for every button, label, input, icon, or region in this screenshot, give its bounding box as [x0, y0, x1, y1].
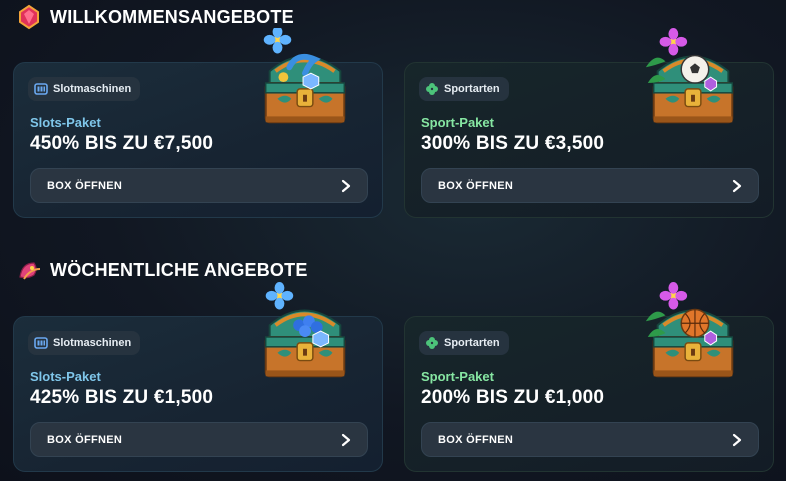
open-box-button[interactable]: BOX ÖFFNEN [30, 168, 368, 203]
package-name: Sport-Paket [421, 115, 494, 130]
clover-icon [425, 336, 439, 350]
package-name: Slots-Paket [30, 115, 101, 130]
open-box-button[interactable]: BOX ÖFFNEN [421, 168, 759, 203]
section-title-text: WÖCHENTLICHE ANGEBOTE [50, 259, 308, 280]
treasure-chest-image [638, 282, 748, 392]
offer-amount: 450% BIS ZU €7,500 [30, 133, 214, 154]
section-title-welcome: WILLKOMMENSANGEBOTE [16, 4, 294, 30]
open-box-button[interactable]: BOX ÖFFNEN [30, 422, 368, 457]
gem-icon [16, 4, 42, 30]
open-box-label: BOX ÖFFNEN [47, 433, 123, 446]
section-title-text: WILLKOMMENSANGEBOTE [50, 6, 294, 27]
category-label: Sportarten [444, 83, 500, 95]
category-pill: Sportarten [419, 77, 509, 101]
open-box-label: BOX ÖFFNEN [438, 179, 514, 192]
treasure-chest-image [250, 282, 360, 392]
category-pill: Slotmaschinen [28, 331, 141, 355]
open-box-label: BOX ÖFFNEN [47, 179, 123, 192]
category-pill: Sportarten [419, 331, 509, 355]
chevron-right-icon [730, 433, 744, 447]
category-label: Slotmaschinen [53, 337, 132, 349]
category-label: Slotmaschinen [53, 83, 132, 95]
offer-amount: 200% BIS ZU €1,000 [421, 387, 605, 408]
package-name: Slots-Paket [30, 369, 101, 384]
treasure-chest-image [250, 26, 360, 138]
category-label: Sportarten [444, 337, 500, 349]
chevron-right-icon [339, 433, 353, 447]
category-pill: Slotmaschinen [28, 77, 141, 101]
offer-amount: 425% BIS ZU €1,500 [30, 387, 214, 408]
treasure-chest-image [638, 28, 748, 138]
slot-machine-icon [34, 82, 48, 96]
section-title-weekly: WÖCHENTLICHE ANGEBOTE [16, 257, 308, 283]
package-name: Sport-Paket [421, 369, 494, 384]
open-box-label: BOX ÖFFNEN [438, 433, 514, 446]
chevron-right-icon [730, 179, 744, 193]
offer-amount: 300% BIS ZU €3,500 [421, 133, 605, 154]
flower-icon [16, 257, 42, 283]
chevron-right-icon [339, 179, 353, 193]
clover-icon [425, 82, 439, 96]
slot-machine-icon [34, 336, 48, 350]
open-box-button[interactable]: BOX ÖFFNEN [421, 422, 759, 457]
